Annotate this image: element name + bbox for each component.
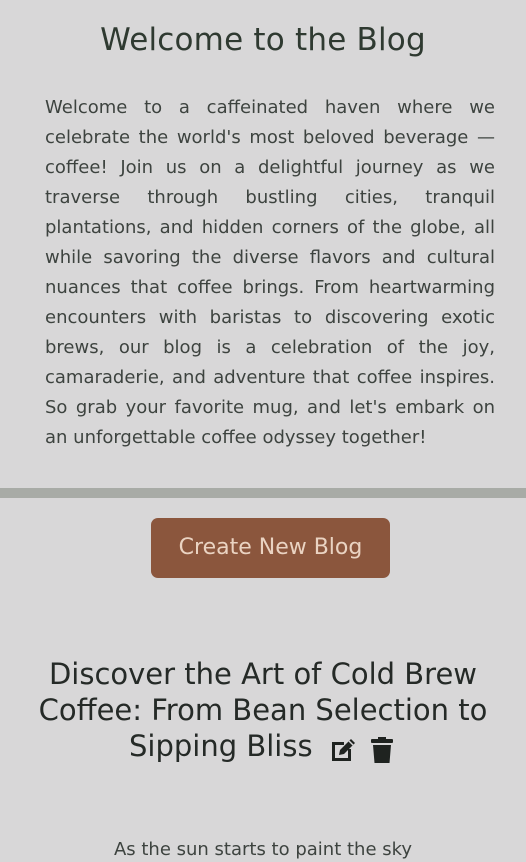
page-title: Welcome to the Blog: [100, 22, 426, 58]
blog-post-card: Discover the Art of Cold Brew Coffee: Fr…: [0, 656, 526, 860]
trash-icon[interactable]: [367, 735, 397, 765]
post-excerpt: As the sun starts to paint the sky: [113, 839, 413, 860]
post-actions: [328, 730, 397, 766]
create-new-blog-button[interactable]: Create New Blog: [151, 518, 390, 578]
welcome-section: Welcome to the Blog Welcome to a caffein…: [0, 0, 526, 453]
post-title-text: Discover the Art of Cold Brew Coffee: Fr…: [38, 657, 488, 763]
section-divider: [0, 488, 526, 498]
welcome-paragraph: Welcome to a caffeinated haven where we …: [45, 97, 495, 448]
post-title: Discover the Art of Cold Brew Coffee: Fr…: [0, 656, 526, 766]
edit-icon[interactable]: [328, 735, 358, 765]
